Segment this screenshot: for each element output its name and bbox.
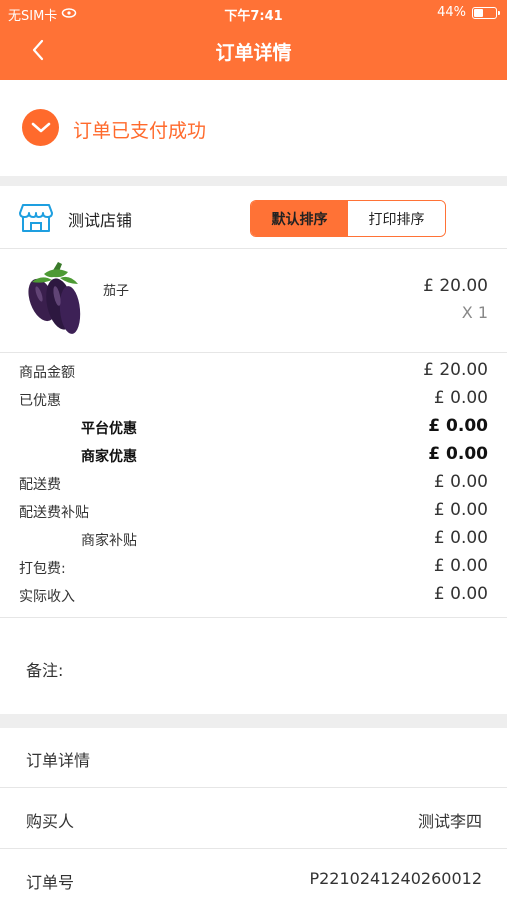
- amount-label: 配送费补贴: [19, 505, 89, 521]
- status-right: 44%: [437, 5, 500, 20]
- payment-success-banner: 订单已支付成功: [0, 80, 507, 176]
- eggplant-image: [24, 260, 84, 338]
- amount-value: £ 0.00: [433, 528, 488, 548]
- amount-value: £ 20.00: [423, 360, 488, 380]
- battery-icon: [472, 6, 500, 19]
- store-name: 测试店铺: [68, 211, 133, 230]
- product-row: 茄子 £ 20.00 X 1: [0, 250, 507, 353]
- product-price: £ 20.00: [423, 276, 488, 296]
- buyer-value: 测试李四: [417, 812, 482, 831]
- amount-row: 已优惠 £ 0.00: [0, 387, 507, 415]
- store-icon: [19, 202, 53, 238]
- buyer-label: 购买人: [26, 812, 75, 831]
- sort-default-button[interactable]: 默认排序: [251, 201, 348, 236]
- page-title: 订单详情: [215, 42, 292, 64]
- sort-toggle: 默认排序 打印排序: [250, 200, 446, 237]
- amount-label: 商品金额: [19, 365, 75, 381]
- product-name: 茄子: [103, 284, 130, 299]
- product-quantity: X 1: [461, 303, 488, 322]
- amount-row: 商家补贴 £ 0.00: [0, 527, 507, 555]
- section-divider: [0, 714, 507, 728]
- header: 无SIM卡 下午7:41 44% 订单详情: [0, 0, 507, 80]
- amount-row: 商品金额 £ 20.00: [0, 359, 507, 387]
- amount-label: 打包费:: [19, 561, 66, 577]
- amount-row: 配送费 £ 0.00: [0, 471, 507, 499]
- amount-row: 实际收入 £ 0.00: [0, 583, 507, 611]
- section-divider: [0, 176, 507, 186]
- amount-row: 打包费: £ 0.00: [0, 555, 507, 583]
- amount-value: £ 0.00: [428, 444, 488, 464]
- remark-label: 备注:: [26, 661, 64, 680]
- sort-print-button[interactable]: 打印排序: [348, 201, 445, 236]
- amount-label: 商家补贴: [81, 533, 137, 549]
- amount-value: £ 0.00: [433, 584, 488, 604]
- status-time: 下午7:41: [224, 9, 283, 24]
- amount-value: £ 0.00: [428, 416, 488, 436]
- amount-value: £ 0.00: [433, 388, 488, 408]
- amount-label: 配送费: [19, 477, 61, 493]
- order-detail-header: 订单详情: [0, 728, 507, 788]
- nav-bar: 订单详情: [0, 30, 507, 74]
- amount-label: 已优惠: [19, 393, 61, 409]
- amount-label: 商家优惠: [81, 449, 137, 465]
- remark-section: 备注:: [0, 618, 507, 714]
- store-row: 测试店铺 默认排序 打印排序: [0, 186, 507, 249]
- amount-row: 配送费补贴 £ 0.00: [0, 499, 507, 527]
- amount-breakdown: 商品金额 £ 20.00 已优惠 £ 0.00 平台优惠 £ 0.00 商家优惠…: [0, 354, 507, 618]
- amount-value: £ 0.00: [433, 500, 488, 520]
- success-text: 订单已支付成功: [73, 120, 207, 142]
- order-number-value: P2210241240260012: [309, 869, 482, 888]
- battery-fill: [474, 8, 483, 17]
- amount-row: 平台优惠 £ 0.00: [0, 415, 507, 443]
- amount-label: 实际收入: [19, 589, 75, 605]
- order-number-label: 订单号: [26, 873, 75, 892]
- section-title: 订单详情: [26, 751, 91, 770]
- amount-value: £ 0.00: [433, 556, 488, 576]
- amount-value: £ 0.00: [433, 472, 488, 492]
- battery-percent: 44%: [437, 5, 466, 20]
- amount-row: 商家优惠 £ 0.00: [0, 443, 507, 471]
- status-bar: 无SIM卡 下午7:41 44%: [0, 0, 507, 28]
- buyer-row: 购买人 测试李四: [0, 789, 507, 849]
- amount-label: 平台优惠: [81, 421, 137, 437]
- check-circle-icon: [22, 109, 59, 146]
- order-number-row: 订单号 P2210241240260012: [0, 850, 507, 900]
